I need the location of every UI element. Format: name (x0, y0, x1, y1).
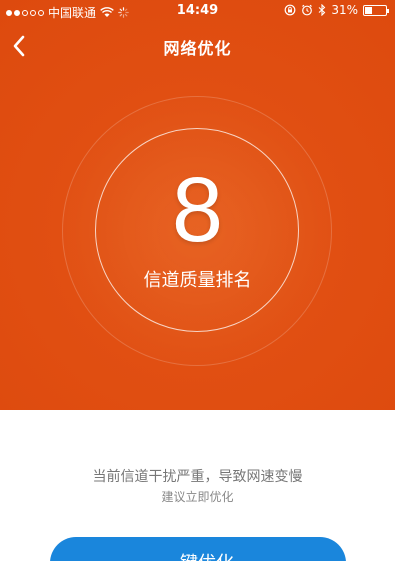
channel-rank-value: 8 (171, 159, 224, 261)
interference-message: 当前信道干扰严重，导致网速变慢 (92, 469, 303, 485)
battery-icon (363, 4, 389, 16)
hero-panel: 中国联通 14:49 31% 网络优化 8 信道质量排名 (0, 0, 395, 410)
alarm-icon (302, 4, 313, 16)
battery-percent: 31% (331, 3, 358, 17)
status-bar: 中国联通 14:49 31% (0, 0, 395, 22)
rotation-lock-icon (284, 4, 296, 16)
bluetooth-icon (318, 4, 326, 16)
channel-rank-label: 信道质量排名 (143, 270, 252, 291)
nav-bar: 网络优化 (0, 28, 395, 64)
battery-fill (365, 6, 372, 14)
status-right: 31% (284, 3, 389, 17)
one-click-optimize-button[interactable]: 一键优化 (50, 537, 346, 561)
suggestion-message: 建议立即优化 (161, 490, 234, 504)
page-title: 网络优化 (163, 39, 232, 58)
